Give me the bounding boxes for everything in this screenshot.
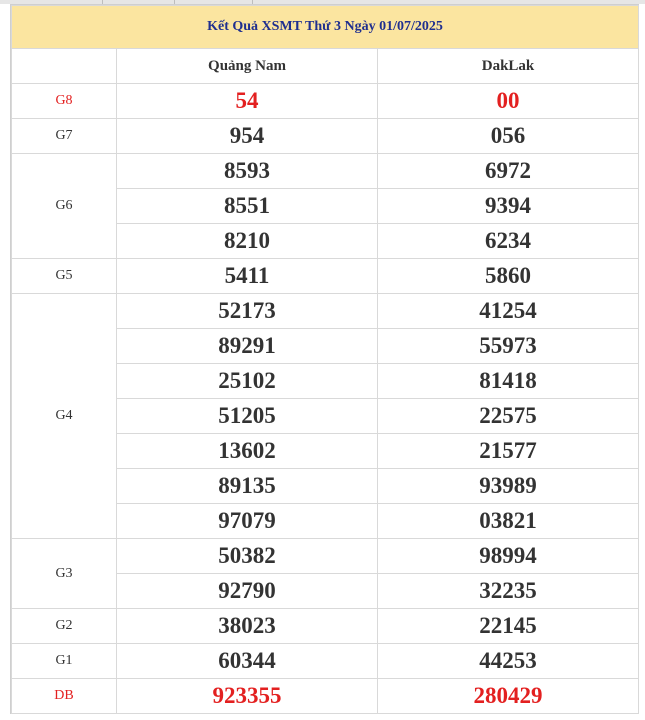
province-header-quang-nam: Quảng Nam [116,48,378,84]
result-number: 44253 [377,643,639,679]
prize-label-g5: G5 [11,258,117,294]
result-number: 81418 [377,363,639,399]
result-number: 38023 [116,608,378,644]
result-number: 41254 [377,293,639,329]
result-number: 98994 [377,538,639,574]
prize-label-db: DB [11,678,117,714]
result-number: 5411 [116,258,378,294]
result-number: 93989 [377,468,639,504]
result-number: 03821 [377,503,639,539]
prize-label-g7: G7 [11,118,117,154]
result-number: 22145 [377,608,639,644]
result-number: 52173 [116,293,378,329]
result-number: 55973 [377,328,639,364]
result-number: 25102 [116,363,378,399]
prize-label-g3: G3 [11,538,117,609]
result-number: 6972 [377,153,639,189]
prize-label-g8: G8 [11,83,117,119]
result-number: 6234 [377,223,639,259]
result-number: 32235 [377,573,639,609]
result-number: 8210 [116,223,378,259]
result-number: 21577 [377,433,639,469]
result-number: 60344 [116,643,378,679]
result-number: 54 [116,83,378,119]
result-number: 89291 [116,328,378,364]
header-empty-cell [11,48,117,84]
special-prize-number: 923355 [116,678,378,714]
prize-label-g6: G6 [11,153,117,259]
result-number: 00 [377,83,639,119]
result-number: 89135 [116,468,378,504]
result-number: 50382 [116,538,378,574]
result-number: 97079 [116,503,378,539]
lottery-results-table: Kết Quả XSMT Thứ 3 Ngày 01/07/2025 Quảng… [11,5,639,714]
result-number: 9394 [377,188,639,224]
result-number: 13602 [116,433,378,469]
prize-label-g2: G2 [11,608,117,644]
result-number: 8593 [116,153,378,189]
result-number: 056 [377,118,639,154]
result-number: 8551 [116,188,378,224]
result-number: 954 [116,118,378,154]
result-number: 92790 [116,573,378,609]
result-number: 51205 [116,398,378,434]
result-number: 22575 [377,398,639,434]
table-title: Kết Quả XSMT Thứ 3 Ngày 01/07/2025 [11,5,639,49]
special-prize-number: 280429 [377,678,639,714]
result-number: 5860 [377,258,639,294]
prize-label-g1: G1 [11,643,117,679]
province-header-daklak: DakLak [377,48,639,84]
prize-label-g4: G4 [11,293,117,539]
